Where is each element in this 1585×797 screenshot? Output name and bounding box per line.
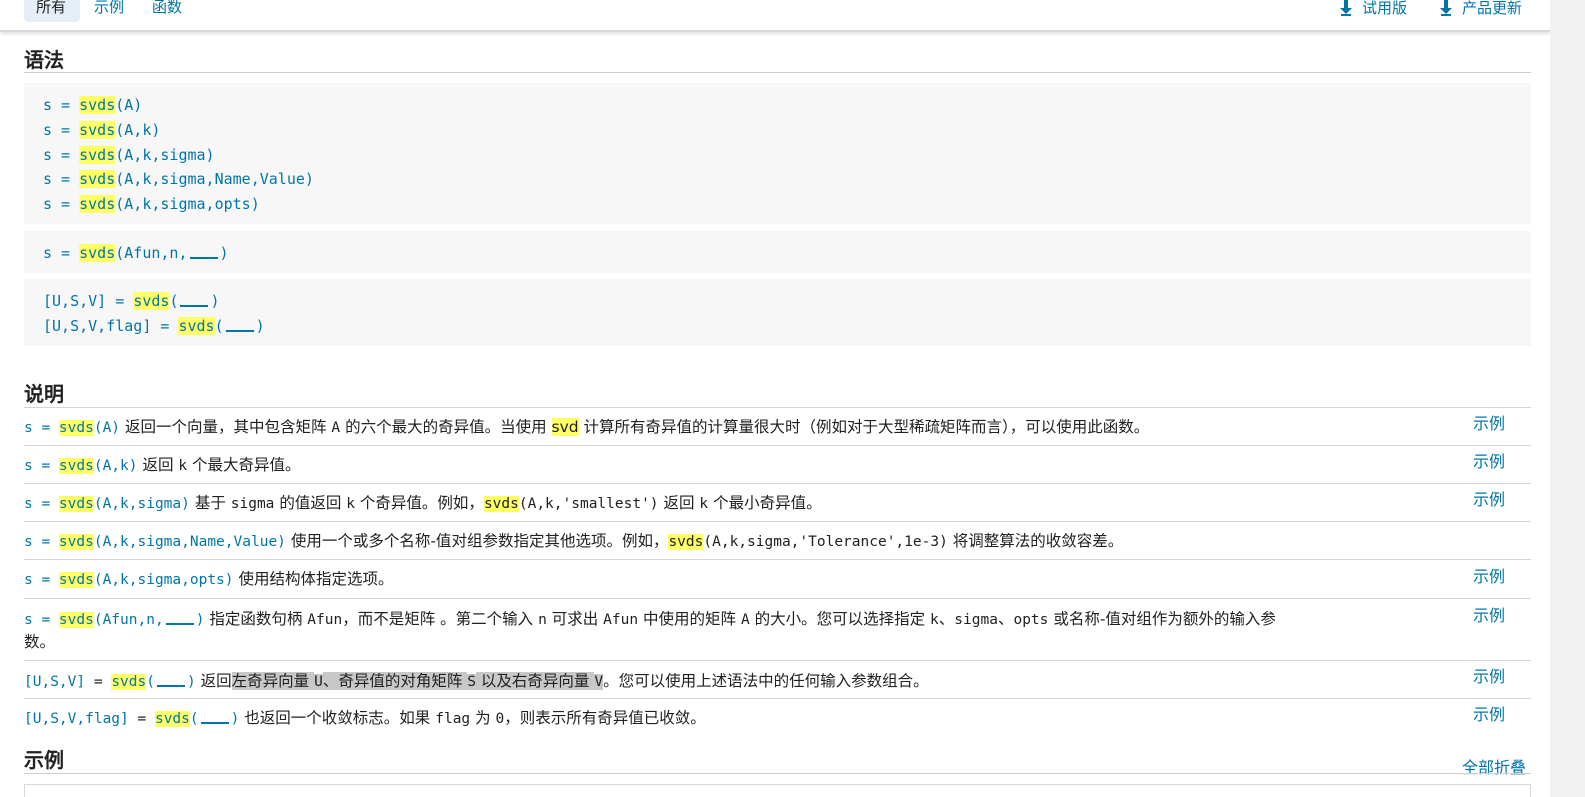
- svds-link[interactable]: svds: [79, 195, 116, 214]
- product-updates-link[interactable]: 产品更新: [1440, 0, 1522, 16]
- blank-placeholder: [200, 710, 229, 724]
- example-link[interactable]: 示例: [1473, 663, 1505, 687]
- tab-functions[interactable]: 函数: [152, 0, 182, 22]
- syntax-line: [U,S,V,flag] = svds(): [43, 316, 265, 335]
- description-row: [U,S,V] = svds() 返回左奇异向量 U、奇异值的对角矩阵 S 以及…: [24, 660, 1531, 699]
- description-text: s = svds(A,k) 返回 k 个最大奇异值。: [24, 456, 301, 474]
- description-row: s = svds(A,k,sigma,Name,Value) 使用一个或多个名称…: [24, 521, 1531, 560]
- svds-link[interactable]: svds: [58, 572, 94, 588]
- trial-link[interactable]: 试用版: [1340, 0, 1407, 16]
- description-row: s = svds(A,k) 返回 k 个最大奇异值。: [24, 445, 1531, 484]
- trial-label: 试用版: [1362, 0, 1408, 17]
- svds-link[interactable]: svds: [58, 420, 94, 436]
- blank-placeholder: [189, 245, 218, 259]
- description-text: s = svds(Afun,n,) 指定函数句柄 Afun，而不是矩阵 。第二个…: [24, 610, 1276, 651]
- blank-placeholder: [180, 293, 209, 307]
- product-updates-label: 产品更新: [1462, 0, 1523, 17]
- example-link[interactable]: 示例: [1473, 602, 1505, 626]
- svds-link[interactable]: svds: [133, 292, 170, 310]
- tab-all[interactable]: 所有: [24, 0, 80, 22]
- syntax-heading: 语法: [24, 48, 64, 72]
- svds-link[interactable]: svds: [111, 674, 147, 690]
- syntax-line: s = svds(A,k): [43, 120, 161, 139]
- svds-link[interactable]: svds: [58, 458, 94, 474]
- description-row: s = svds(Afun,n,) 指定函数句柄 Afun，而不是矩阵 。第二个…: [24, 598, 1531, 660]
- svds-link[interactable]: svds: [154, 711, 190, 727]
- download-icon: [1340, 0, 1352, 16]
- syntax-line: s = svds(A,k,sigma,opts): [43, 195, 260, 214]
- syntax-line: [U,S,V] = svds(): [43, 292, 220, 310]
- svds-link[interactable]: svds: [58, 612, 94, 628]
- svds-link[interactable]: svds: [79, 145, 116, 164]
- syntax-line: s = svds(A,k,sigma,Name,Value): [43, 170, 314, 189]
- syntax-line: s = svds(A,k,sigma): [43, 145, 215, 164]
- description-text: s = svds(A,k,sigma,opts) 使用结构体指定选项。: [24, 570, 394, 588]
- example-link[interactable]: 示例: [1473, 701, 1505, 725]
- svds-link[interactable]: svds: [483, 496, 519, 512]
- examples-heading: 示例: [24, 748, 64, 772]
- description-heading: 说明: [24, 382, 64, 406]
- syntax-block-1: s = svds(A) s = svds(A,k) s = svds(A,k,s…: [24, 83, 1531, 224]
- svds-link[interactable]: svds: [58, 496, 94, 512]
- syntax-line: s = svds(Afun,n,): [43, 244, 229, 262]
- svds-link[interactable]: svds: [79, 96, 116, 114]
- svds-link[interactable]: svds: [79, 170, 116, 189]
- blank-placeholder: [225, 318, 254, 332]
- svds-link[interactable]: svds: [178, 316, 215, 335]
- example-link[interactable]: 示例: [1473, 410, 1505, 434]
- svds-link[interactable]: svds: [58, 534, 94, 550]
- divider: [24, 72, 1531, 73]
- syntax-block-3: [U,S,V] = svds() [U,S,V,flag] = svds(): [24, 279, 1531, 346]
- svds-link[interactable]: svds: [79, 120, 116, 139]
- svds-link[interactable]: svds: [79, 244, 116, 262]
- svds-link[interactable]: svds: [668, 534, 704, 550]
- description-text: s = svds(A) 返回一个向量，其中包含矩阵 A 的六个最大的奇异值。当使…: [24, 418, 1150, 436]
- download-icon: [1440, 0, 1452, 16]
- example-link[interactable]: 示例: [1473, 448, 1505, 472]
- syntax-block-2: s = svds(Afun,n,): [24, 231, 1531, 273]
- example-link[interactable]: 示例: [1473, 486, 1505, 510]
- collapse-all-link[interactable]: 全部折叠: [1462, 754, 1526, 778]
- syntax-line: s = svds(A): [43, 96, 143, 114]
- description-text: [U,S,V,flag] = svds() 也返回一个收敛标志。如果 flag …: [24, 709, 706, 727]
- description-row: s = svds(A) 返回一个向量，其中包含矩阵 A 的六个最大的奇异值。当使…: [24, 407, 1531, 446]
- description-text: s = svds(A,k,sigma) 基于 sigma 的值返回 k 个奇异值…: [24, 494, 822, 512]
- scrollbar[interactable]: [1550, 0, 1585, 797]
- blank-placeholder: [156, 673, 185, 687]
- divider: [24, 773, 1531, 774]
- description-text: [U,S,V] = svds() 返回左奇异向量 U、奇异值的对角矩阵 S 以及…: [24, 672, 929, 690]
- description-row: s = svds(A,k,sigma) 基于 sigma 的值返回 k 个奇异值…: [24, 483, 1531, 522]
- top-tab-bar: 所有 示例 函数 试用版 产品更新: [0, 0, 1550, 32]
- example-panel: [24, 784, 1531, 797]
- description-row: s = svds(A,k,sigma,opts) 使用结构体指定选项。: [24, 559, 1531, 598]
- tab-examples[interactable]: 示例: [94, 0, 124, 22]
- blank-placeholder: [165, 611, 194, 625]
- svd-link[interactable]: svd: [551, 418, 579, 436]
- example-link[interactable]: 示例: [1473, 563, 1505, 587]
- description-text: s = svds(A,k,sigma,Name,Value) 使用一个或多个名称…: [24, 532, 1124, 550]
- description-row: [U,S,V,flag] = svds() 也返回一个收敛标志。如果 flag …: [24, 698, 1531, 738]
